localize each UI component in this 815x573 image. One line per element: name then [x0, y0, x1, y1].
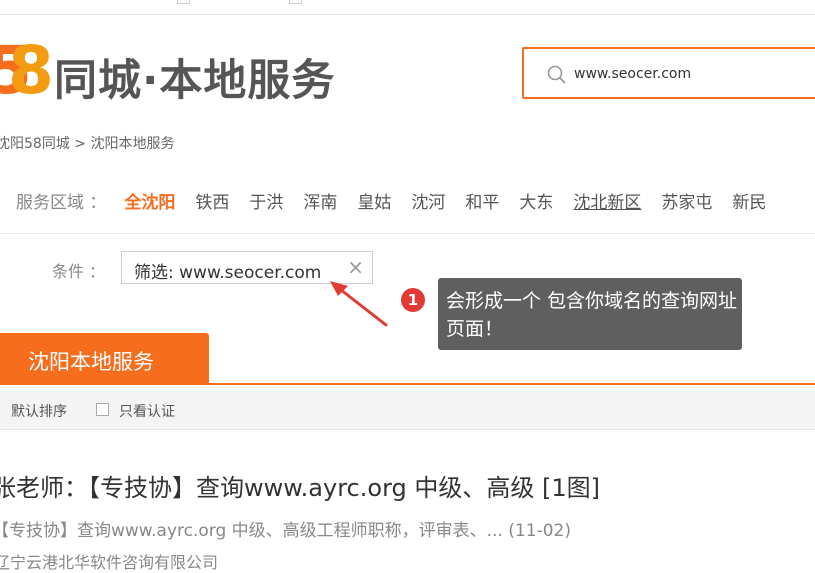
listing-snippet: 【专技协】查询www.ayrc.org 中级、高级工程师职称，评审表、... (… — [0, 521, 571, 541]
breadcrumb-current-link[interactable]: 沈阳本地服务 — [90, 136, 174, 152]
breadcrumb-city-link[interactable]: 沈阳58同城 — [0, 136, 70, 152]
condition-label: 条件 ： — [52, 262, 106, 281]
annotation-callout: 会形成一个 包含你域名的查询网址页面！ — [438, 278, 742, 350]
logo-text: 同城·本地服务 — [54, 56, 336, 106]
logo-58-mark: 5 8 — [0, 38, 54, 108]
breadcrumb-separator: > — [69, 136, 91, 152]
region-all-shenyang[interactable]: 全沈阳 — [124, 188, 175, 213]
region-shenhe[interactable]: 沈河 — [411, 188, 445, 213]
region-sujiatun[interactable]: 苏家屯 — [661, 188, 712, 213]
logo-digit-8: 8 — [8, 32, 54, 109]
top-strip — [0, 0, 815, 15]
region-hunnan[interactable]: 浑南 — [303, 188, 337, 213]
region-heping[interactable]: 和平 — [465, 188, 499, 213]
region-tiexi[interactable]: 铁西 — [195, 188, 229, 213]
annotation-arrow-icon — [330, 281, 388, 327]
annotation-number-badge: 1 — [401, 288, 425, 312]
listing-title-link[interactable]: 张老师：【专技协】查询www.ayrc.org 中级、高级 [1图] — [0, 468, 600, 503]
verified-only-checkbox[interactable] — [96, 403, 109, 416]
site-logo[interactable]: 5 8 同城·本地服务 — [0, 38, 336, 110]
tab-local-services[interactable]: 沈阳本地服务 — [0, 333, 209, 384]
region-yuhong[interactable]: 于洪 — [249, 188, 283, 213]
region-xinmin[interactable]: 新民 — [732, 188, 766, 213]
sort-default-button[interactable]: 默认排序 — [11, 401, 67, 421]
annotation-text: 会形成一个 包含你域名的查询网址页面！ — [446, 290, 738, 340]
region-filter-row: 服务区域 ： 全沈阳 铁西 于洪 浑南 皇姑 沈河 和平 大东 沈北新区 苏家屯… — [16, 188, 786, 213]
region-dadong[interactable]: 大东 — [519, 188, 553, 213]
filter-divider — [0, 233, 815, 234]
filter-chip-text: 筛选: www.seocer.com — [134, 263, 322, 283]
top-icon-2 — [289, 0, 302, 4]
search-icon — [547, 65, 566, 84]
breadcrumb: 沈阳58同城 > 沈阳本地服务 — [0, 133, 174, 153]
region-shenbei-xinqu[interactable]: 沈北新区 — [573, 188, 641, 213]
listing-company[interactable]: 辽宁云港北华软件咨询有限公司 — [0, 549, 218, 573]
search-box[interactable] — [522, 47, 815, 99]
tab-label: 沈阳本地服务 — [28, 350, 154, 374]
region-huanggu[interactable]: 皇姑 — [357, 188, 391, 213]
region-label: 服务区域 ： — [16, 192, 107, 213]
top-icon-1 — [177, 0, 190, 4]
sort-bar: 默认排序 只看认证 — [0, 391, 815, 430]
search-input[interactable] — [574, 63, 804, 85]
verified-only-label[interactable]: 只看认证 — [119, 401, 175, 421]
